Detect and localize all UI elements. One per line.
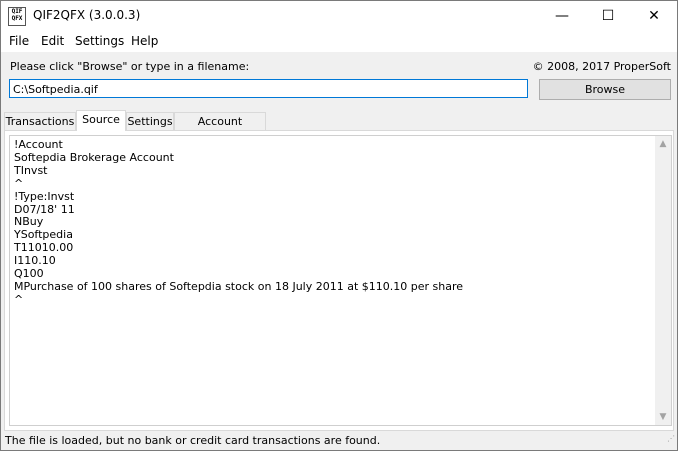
- source-textarea[interactable]: !Account Softepdia Brokerage Account TIn…: [9, 135, 672, 426]
- maximize-icon: ☐: [601, 8, 615, 24]
- copyright-text: © 2008, 2017 ProperSoft: [532, 60, 671, 73]
- tab-source[interactable]: Source: [76, 110, 126, 131]
- status-text: The file is loaded, but no bank or credi…: [5, 434, 381, 447]
- window-title: QIF2QFX (3.0.0.3): [33, 8, 141, 22]
- close-icon: ✕: [648, 8, 660, 24]
- menu-help[interactable]: Help: [131, 34, 158, 48]
- vertical-scrollbar[interactable]: ▲ ▼: [655, 136, 671, 425]
- tab-panel: !Account Softepdia Brokerage Account TIn…: [4, 130, 674, 431]
- scroll-up-icon[interactable]: ▲: [655, 136, 671, 152]
- menu-edit[interactable]: Edit: [41, 34, 64, 48]
- browse-button[interactable]: Browse: [539, 79, 671, 100]
- app-icon[interactable]: QIF QFX: [8, 7, 26, 26]
- filename-input[interactable]: C:\Softpedia.qif: [9, 79, 528, 98]
- menu-bar: File Edit Settings Help: [1, 31, 677, 52]
- close-button[interactable]: ✕: [631, 1, 677, 31]
- menu-file[interactable]: File: [9, 34, 29, 48]
- main-window: QIF QFX QIF2QFX (3.0.0.3) — ☐ ✕ File Edi…: [0, 0, 678, 451]
- minimize-icon: —: [555, 8, 569, 24]
- source-content: !Account Softepdia Brokerage Account TIn…: [14, 138, 464, 306]
- scroll-down-icon[interactable]: ▼: [655, 409, 671, 425]
- menu-settings[interactable]: Settings: [75, 34, 124, 48]
- app-icon-label-bottom: QFX: [11, 15, 23, 22]
- tab-settings[interactable]: Settings: [126, 112, 174, 130]
- tab-transactions[interactable]: Transactions: [4, 112, 76, 130]
- title-bar[interactable]: QIF QFX QIF2QFX (3.0.0.3) — ☐ ✕: [1, 1, 677, 31]
- minimize-button[interactable]: —: [539, 1, 585, 31]
- resize-grip-icon[interactable]: ⋰: [667, 430, 675, 448]
- filename-prompt: Please click "Browse" or type in a filen…: [10, 60, 250, 73]
- app-icon-label-top: QIF: [11, 8, 23, 15]
- tab-account-mapping[interactable]: Account Mapping: [174, 112, 266, 145]
- status-bar: The file is loaded, but no bank or credi…: [1, 432, 677, 450]
- maximize-button[interactable]: ☐: [585, 1, 631, 31]
